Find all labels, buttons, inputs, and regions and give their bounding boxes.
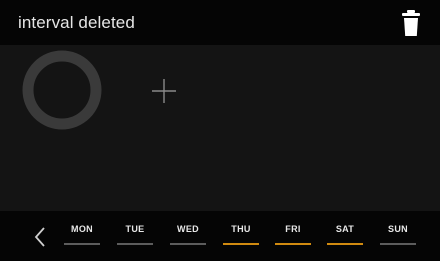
day-thu[interactable]: THU bbox=[223, 224, 259, 246]
day-label: THU bbox=[231, 224, 251, 234]
add-interval-button[interactable] bbox=[149, 76, 179, 106]
day-underline bbox=[327, 243, 363, 245]
day-label: MON bbox=[71, 224, 93, 234]
day-underline bbox=[64, 243, 100, 245]
day-underline bbox=[117, 243, 153, 245]
day-wed[interactable]: WED bbox=[170, 224, 206, 246]
day-sat[interactable]: SAT bbox=[327, 224, 363, 246]
header: interval deleted bbox=[0, 0, 440, 45]
day-underline bbox=[380, 243, 416, 245]
chevron-left-icon bbox=[34, 227, 45, 247]
status-message: interval deleted bbox=[18, 13, 135, 32]
day-tue[interactable]: TUE bbox=[117, 224, 153, 246]
day-label: TUE bbox=[125, 224, 145, 234]
delete-button[interactable] bbox=[398, 9, 424, 37]
day-label: SAT bbox=[335, 224, 355, 234]
back-button[interactable] bbox=[30, 225, 50, 249]
screen: interval deleted MON TUE WED THU FRI SAT… bbox=[0, 0, 440, 261]
day-underline bbox=[275, 243, 311, 245]
day-label: FRI bbox=[285, 224, 301, 234]
day-underline bbox=[223, 243, 259, 245]
day-underline bbox=[170, 243, 206, 245]
day-fri[interactable]: FRI bbox=[275, 224, 311, 246]
plus-icon bbox=[152, 79, 176, 103]
day-sun[interactable]: SUN bbox=[380, 224, 416, 246]
ring-progress-icon bbox=[22, 50, 102, 130]
day-label: WED bbox=[177, 224, 199, 234]
day-label: SUN bbox=[388, 224, 408, 234]
day-mon[interactable]: MON bbox=[64, 224, 100, 246]
trash-icon bbox=[402, 10, 420, 36]
